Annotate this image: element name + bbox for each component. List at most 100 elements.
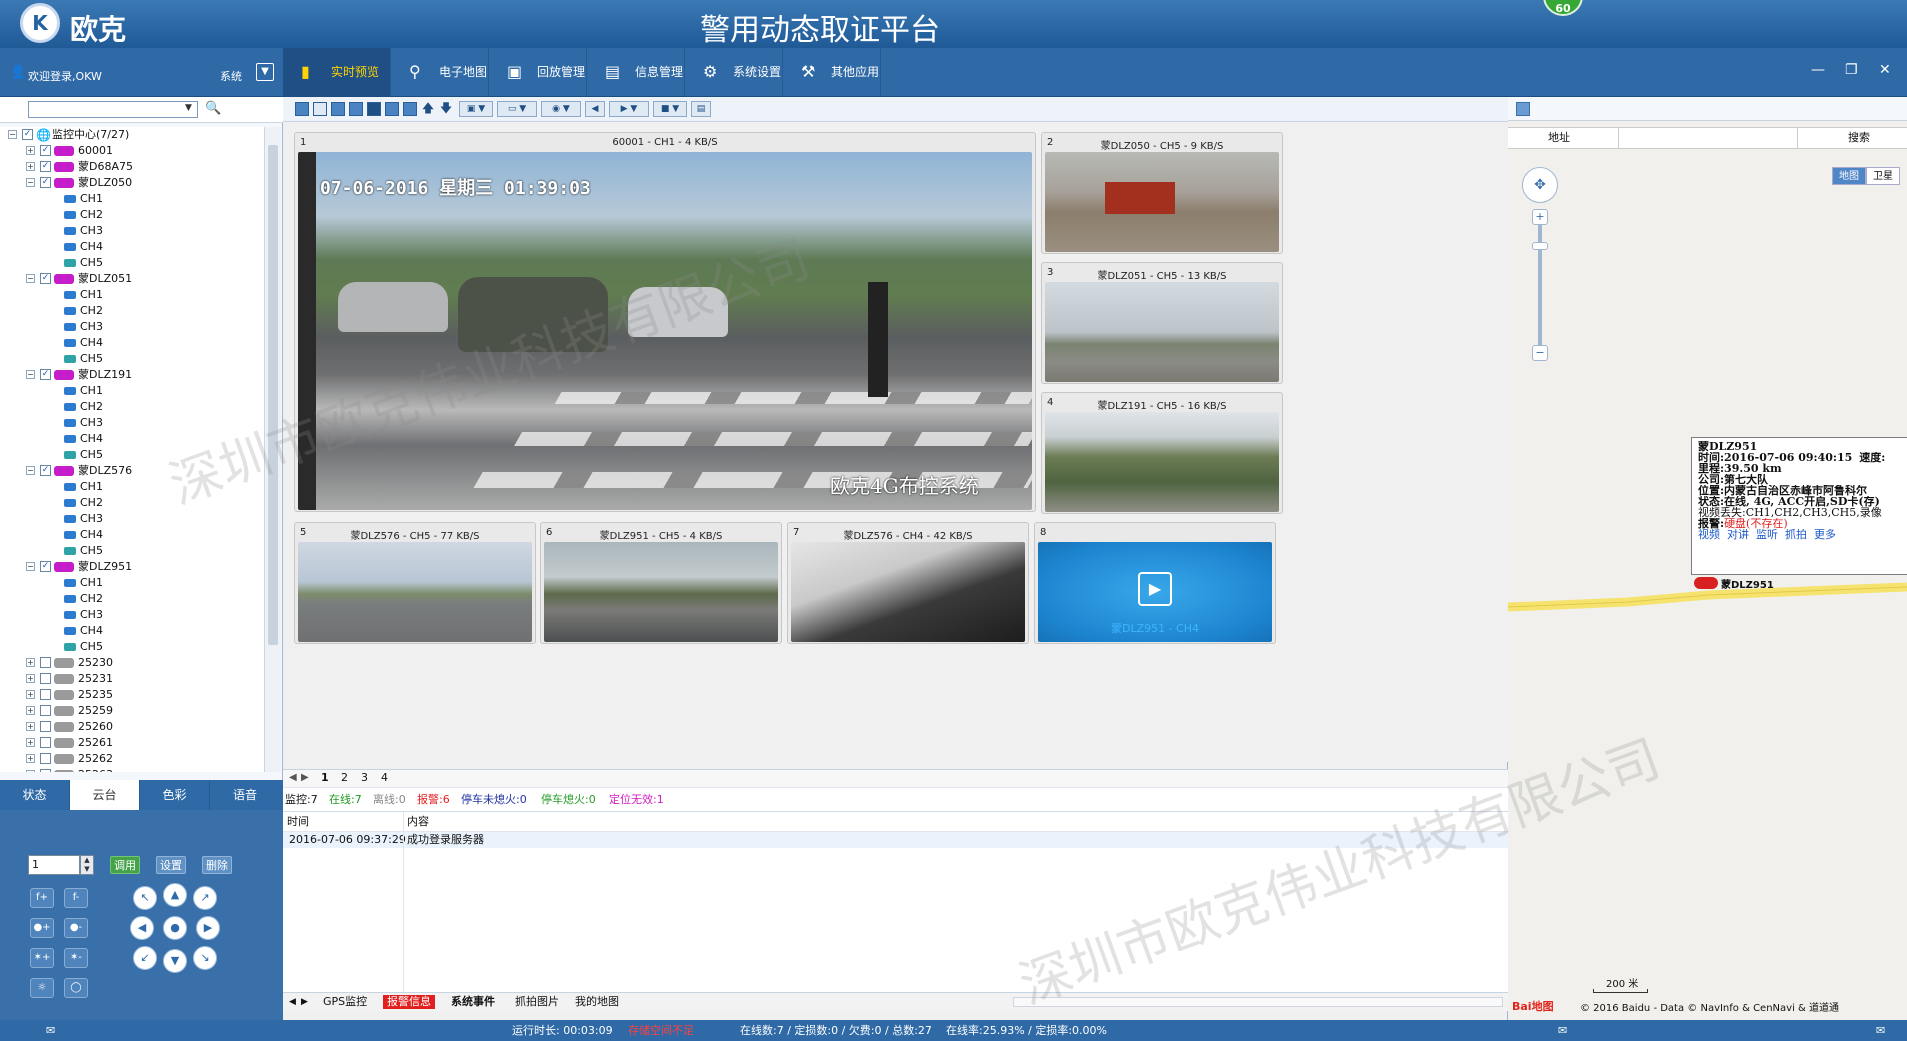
tree-channel[interactable]: CH2 [0, 303, 262, 319]
prev-page-icon[interactable]: ◀ [289, 772, 297, 783]
ptz-left-button[interactable]: ◀ [130, 916, 154, 940]
expand-icon[interactable]: + [26, 162, 35, 171]
tree-vehicle[interactable]: − ✓ 蒙DLZ576 [0, 463, 262, 479]
minimize-icon[interactable]: — [1811, 62, 1825, 78]
collapse-icon[interactable]: − [26, 562, 35, 571]
action-more[interactable]: 更多 [1814, 529, 1836, 540]
close-icon[interactable]: ✕ [1879, 62, 1891, 78]
tree-channel[interactable]: CH4 [0, 527, 262, 543]
tab-gps-monitor[interactable]: GPS监控 [319, 995, 371, 1009]
layout-16-icon[interactable] [403, 102, 417, 116]
tree-vehicle[interactable]: − ✓ 蒙DLZ951 [0, 559, 262, 575]
ptz-up-right-button[interactable]: ↗ [193, 886, 217, 910]
zoom-out-button[interactable]: − [1532, 345, 1548, 361]
tree-vehicle[interactable]: − ✓ 蒙DLZ051 [0, 271, 262, 287]
tree-channel[interactable]: CH3 [0, 607, 262, 623]
expand-icon[interactable]: + [26, 738, 35, 747]
checkbox[interactable] [40, 705, 51, 716]
layout-4-icon[interactable] [331, 102, 345, 116]
tab-ptz[interactable]: 云台 [70, 780, 140, 810]
ptz-up-left-button[interactable]: ↖ [133, 886, 157, 910]
tree-vehicle[interactable]: +25231 [0, 671, 262, 687]
mail-icon[interactable]: ✉ [1876, 1020, 1885, 1041]
video-cell[interactable]: 4 蒙DLZ191 - CH5 - 16 KB/S [1041, 392, 1283, 514]
video-cell[interactable]: 5 蒙DLZ576 - CH5 - 77 KB/S [294, 522, 536, 644]
tree-channel[interactable]: CH1 [0, 287, 262, 303]
tree-channel[interactable]: CH5 [0, 447, 262, 463]
set-preset-button[interactable]: 设置 [156, 856, 186, 874]
video-cell[interactable]: 2 蒙DLZ050 - CH5 - 9 KB/S [1041, 132, 1283, 254]
ptz-down-button[interactable]: ▼ [163, 949, 187, 973]
arrow-down-icon[interactable]: 🡇 [439, 101, 453, 117]
tab-playback[interactable]: ▣ 回放管理 [489, 48, 587, 96]
expand-icon[interactable]: + [26, 706, 35, 715]
preset-stepper[interactable]: ▲ ▼ [80, 855, 94, 875]
tree-vehicle[interactable]: − ✓ 蒙DLZ191 [0, 367, 262, 383]
action-video[interactable]: 视频 [1698, 529, 1720, 540]
tree-channel[interactable]: CH4 [0, 239, 262, 255]
collapse-icon[interactable]: − [26, 274, 35, 283]
fullscreen-dropdown[interactable]: ▣ ▼ [459, 101, 493, 117]
table-row[interactable]: 2016-07-06 09:37:29 成功登录服务器 [283, 832, 1508, 848]
checkbox[interactable]: ✓ [40, 161, 51, 172]
expand-icon[interactable]: + [26, 690, 35, 699]
focus-near-button[interactable]: f+ [30, 888, 54, 908]
collapse-icon[interactable]: − [8, 130, 17, 139]
collapse-icon[interactable]: − [26, 370, 35, 379]
ptz-up-button[interactable]: ▲ [163, 883, 187, 907]
tree-channel[interactable]: CH4 [0, 623, 262, 639]
checkbox[interactable] [40, 753, 51, 764]
mail-icon[interactable]: ✉ [1558, 1020, 1567, 1041]
prev-icon[interactable]: ◀ [585, 101, 605, 117]
bulb-icon[interactable]: ☼ [30, 978, 54, 998]
wiper-icon[interactable]: ◯ [64, 978, 88, 998]
tree-channel[interactable]: CH1 [0, 479, 262, 495]
tree-vehicle[interactable]: + ✓ 蒙D68A75 [0, 159, 262, 175]
tree-channel[interactable]: CH4 [0, 431, 262, 447]
checkbox[interactable] [40, 769, 51, 772]
expand-icon[interactable]: + [26, 658, 35, 667]
video-cell[interactable]: 1 60001 - CH1 - 4 KB/S 07-06-2016 星期三 01… [294, 132, 1036, 512]
ptz-center-button[interactable]: ● [163, 916, 187, 940]
ptz-right-button[interactable]: ▶ [196, 916, 220, 940]
action-listen[interactable]: 监听 [1756, 529, 1778, 540]
ptz-down-right-button[interactable]: ↘ [193, 946, 217, 970]
page-tab-2[interactable]: 2 [341, 771, 348, 784]
tree-channel[interactable]: CH5 [0, 543, 262, 559]
tab-info-management[interactable]: ▤ 信息管理 [587, 48, 685, 96]
save-icon[interactable] [1516, 102, 1530, 116]
next-tab-icon[interactable]: ▶ [297, 995, 312, 1009]
tree-vehicle[interactable]: +25262 [0, 751, 262, 767]
pan-control[interactable]: ✥ [1522, 167, 1558, 203]
vehicle-marker[interactable] [1694, 577, 1718, 589]
checkbox[interactable] [40, 657, 51, 668]
tree-channel[interactable]: CH2 [0, 495, 262, 511]
checkbox[interactable]: ✓ [22, 129, 33, 140]
video-cell[interactable]: 7 蒙DLZ576 - CH4 - 42 KB/S [787, 522, 1029, 644]
tab-system-events[interactable]: 系统事件 [447, 995, 499, 1009]
video-cell[interactable]: 3 蒙DLZ051 - CH5 - 13 KB/S [1041, 262, 1283, 384]
tree-vehicle[interactable]: +25260 [0, 719, 262, 735]
tree-root[interactable]: − ✓ 🌐 监控中心(7/27) [0, 127, 262, 143]
play-dropdown[interactable]: ▶ ▼ [609, 101, 649, 117]
tree-vehicle[interactable]: +25235 [0, 687, 262, 703]
map-panel[interactable]: 地址 搜索 ✥ + − 地图 卫星 蒙DLZ951 时间:2016-07-06 0… [1508, 97, 1907, 1020]
tab-other-apps[interactable]: ⚒ 其他应用 [783, 48, 881, 96]
layout-6-icon[interactable] [349, 102, 363, 116]
map-type-satellite[interactable]: 卫星 [1866, 167, 1900, 185]
tab-alarm-info[interactable]: 报警信息 [383, 995, 435, 1009]
ptz-down-left-button[interactable]: ↙ [133, 946, 157, 970]
tree-channel[interactable]: CH2 [0, 399, 262, 415]
tab-voice[interactable]: 语音 [210, 780, 280, 810]
tree-channel[interactable]: CH3 [0, 223, 262, 239]
tree-vehicle[interactable]: +25261 [0, 735, 262, 751]
tab-electronic-map[interactable]: ⚲ 电子地图 [391, 48, 489, 96]
tree-channel[interactable]: CH3 [0, 319, 262, 335]
tree-channel[interactable]: CH5 [0, 351, 262, 367]
tree-vehicle[interactable]: +25259 [0, 703, 262, 719]
light-on-button[interactable]: ✶+ [30, 948, 54, 968]
preset-input[interactable]: 1 [28, 855, 80, 875]
action-talk[interactable]: 对讲 [1727, 529, 1749, 540]
tree-channel[interactable]: CH3 [0, 415, 262, 431]
tree-vehicle[interactable]: − ✓ 蒙DLZ050 [0, 175, 262, 191]
